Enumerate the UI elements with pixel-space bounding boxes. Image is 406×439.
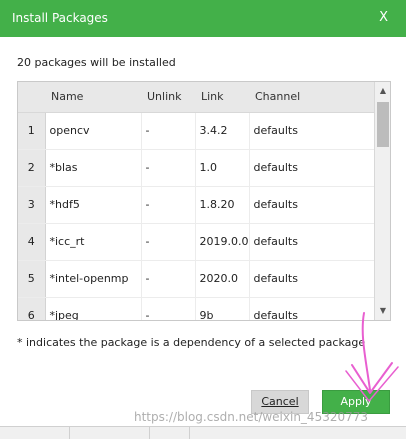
package-channel: defaults (249, 260, 375, 298)
table-row[interactable]: 5 *intel-openmp - 2020.0 defaults (18, 260, 375, 298)
taskbar-segment (150, 427, 190, 439)
table-header-row: Name Unlink Link Channel (18, 82, 375, 113)
dependency-note: * indicates the package is a dependency … (17, 336, 366, 349)
package-name: *jpeg (45, 297, 142, 320)
taskbar-strip (0, 426, 406, 439)
table-row[interactable]: 6 *jpeg - 9b defaults (18, 297, 375, 320)
taskbar-segment (0, 427, 70, 439)
row-number: 2 (18, 149, 46, 187)
package-name: *hdf5 (45, 186, 142, 224)
package-link: 2019.0.0 (195, 223, 250, 261)
package-unlink: - (141, 149, 196, 187)
package-channel: defaults (249, 186, 375, 224)
row-number: 5 (18, 260, 46, 298)
table-scrollbar[interactable]: ▲ ▼ (374, 82, 390, 320)
package-channel: defaults (249, 149, 375, 187)
row-number: 6 (18, 297, 46, 320)
row-number: 4 (18, 223, 46, 261)
packages-grid: Name Unlink Link Channel 1 opencv - 3.4.… (18, 82, 375, 320)
package-link: 1.0 (195, 149, 250, 187)
package-name: *blas (45, 149, 142, 187)
cancel-button[interactable]: Cancel (251, 390, 309, 414)
table-row[interactable]: 3 *hdf5 - 1.8.20 defaults (18, 186, 375, 224)
table-row[interactable]: 1 opencv - 3.4.2 defaults (18, 112, 375, 150)
package-channel: defaults (249, 112, 375, 150)
package-channel: defaults (249, 297, 375, 320)
package-link: 1.8.20 (195, 186, 250, 224)
package-name: *intel-openmp (45, 260, 142, 298)
close-icon[interactable]: X (379, 10, 388, 25)
package-unlink: - (141, 260, 196, 298)
package-name: *icc_rt (45, 223, 142, 261)
package-channel: defaults (249, 223, 375, 261)
row-number: 3 (18, 186, 46, 224)
package-unlink: - (141, 186, 196, 224)
package-unlink: - (141, 223, 196, 261)
package-link: 9b (195, 297, 250, 320)
header-link[interactable]: Link (195, 82, 249, 113)
row-number: 1 (18, 112, 46, 150)
taskbar-segment (70, 427, 150, 439)
scroll-down-icon[interactable]: ▼ (376, 303, 390, 319)
package-unlink: - (141, 297, 196, 320)
dialog-titlebar: Install Packages X (0, 0, 406, 37)
package-unlink: - (141, 112, 196, 150)
header-channel[interactable]: Channel (249, 82, 375, 113)
scroll-up-icon[interactable]: ▲ (376, 83, 390, 99)
package-link: 3.4.2 (195, 112, 250, 150)
apply-button[interactable]: Apply (322, 390, 390, 414)
dialog-title: Install Packages (12, 11, 108, 25)
header-name[interactable]: Name (45, 82, 141, 113)
header-unlink[interactable]: Unlink (141, 82, 195, 113)
install-summary: 20 packages will be installed (17, 56, 176, 69)
packages-table: Name Unlink Link Channel 1 opencv - 3.4.… (17, 81, 391, 321)
table-row[interactable]: 2 *blas - 1.0 defaults (18, 149, 375, 187)
header-rownum (18, 82, 45, 113)
scroll-thumb[interactable] (377, 102, 389, 147)
package-name: opencv (45, 112, 142, 150)
package-link: 2020.0 (195, 260, 250, 298)
table-row[interactable]: 4 *icc_rt - 2019.0.0 defaults (18, 223, 375, 261)
dialog-body: 20 packages will be installed Name Unlin… (0, 37, 406, 439)
